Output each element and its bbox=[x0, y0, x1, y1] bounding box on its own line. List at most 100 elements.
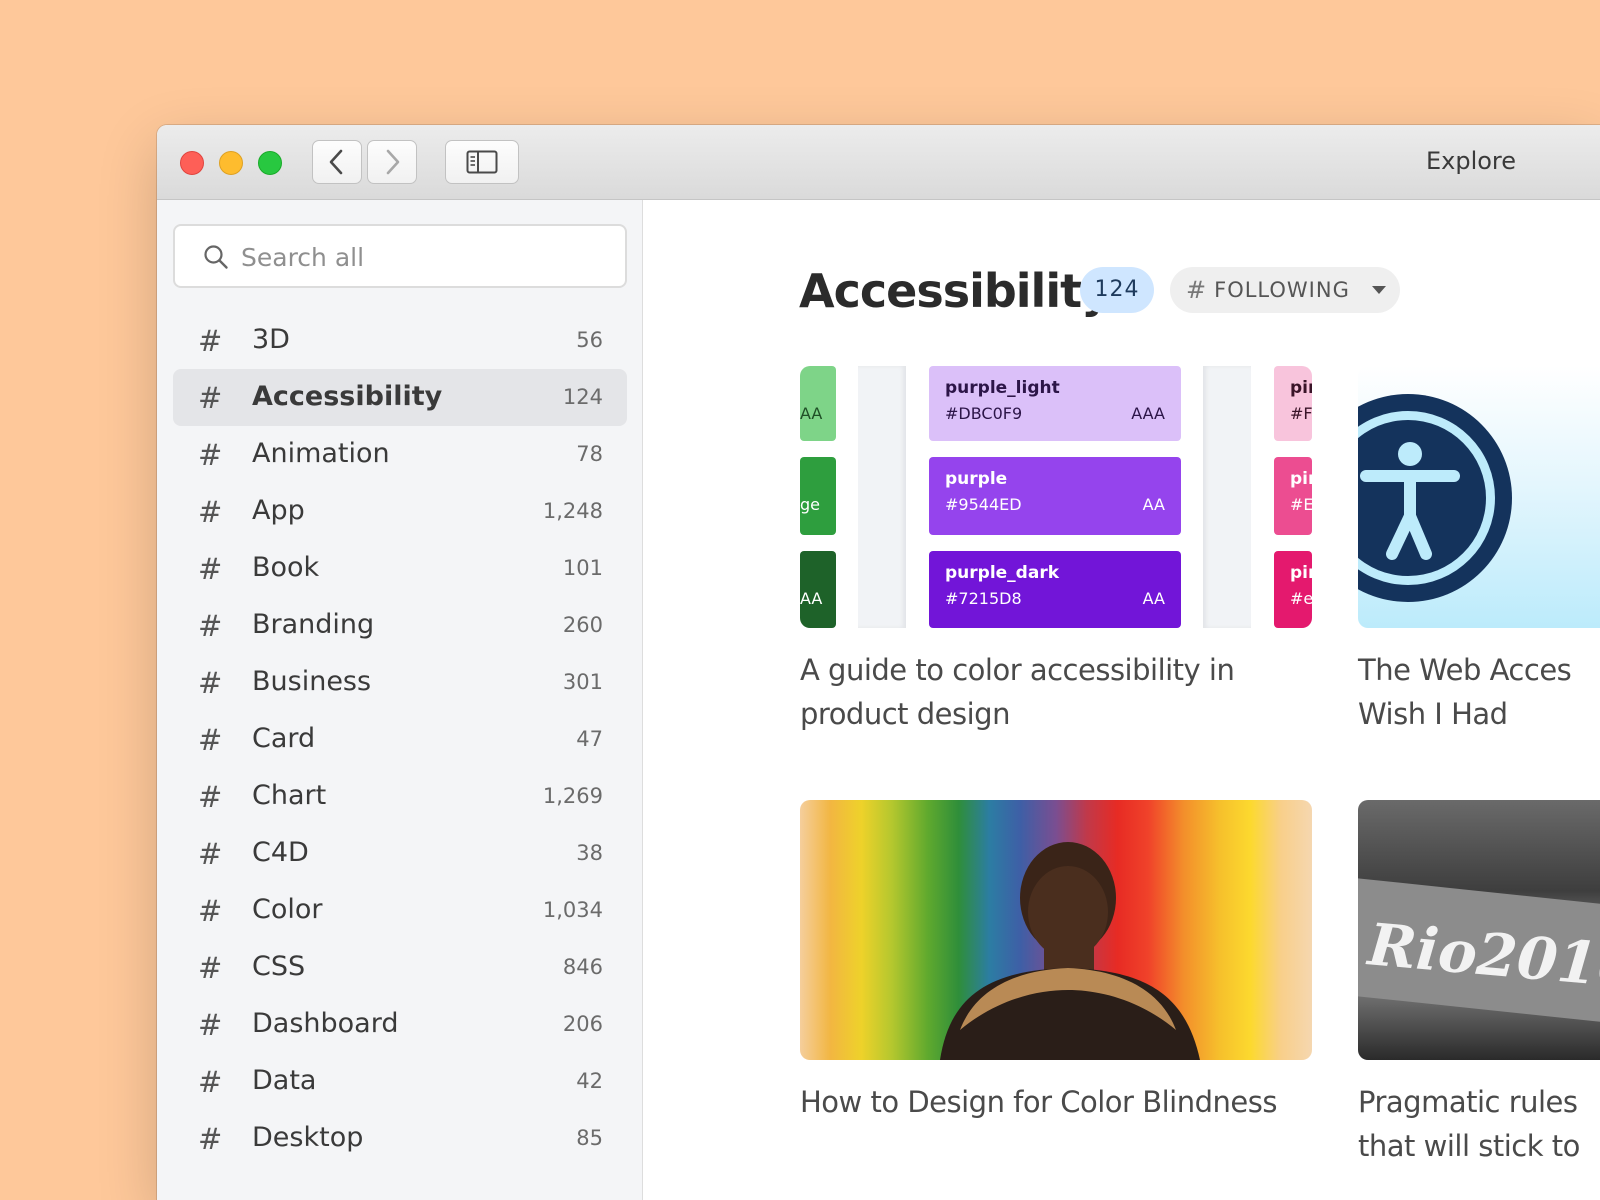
sidebar-item-chart[interactable]: # Chart 1,269 bbox=[173, 768, 627, 825]
sidebar-item-card[interactable]: # Card 47 bbox=[173, 711, 627, 768]
swatch-rating: AA bbox=[1142, 589, 1165, 608]
hashtag-icon: # bbox=[198, 438, 223, 472]
sidebar-item-color[interactable]: # Color 1,034 bbox=[173, 882, 627, 939]
sidebar-item-count: 206 bbox=[562, 1012, 603, 1036]
rainbow-photo-thumbnail bbox=[800, 800, 1312, 1060]
swatch-hex: #DBC0F9 bbox=[945, 404, 1023, 423]
person-silhouette bbox=[940, 842, 1200, 1060]
search-icon bbox=[204, 245, 228, 269]
swatch-hex: #7215D8 bbox=[945, 589, 1022, 608]
hashtag-icon: # bbox=[198, 894, 223, 928]
sidebar-item-count: 1,034 bbox=[542, 898, 603, 922]
sidebar-item-label: Animation bbox=[252, 438, 390, 469]
sidebar-item-count: 85 bbox=[576, 1126, 603, 1150]
hashtag-icon: # bbox=[198, 609, 223, 643]
sidebar-item-label: CSS bbox=[252, 951, 306, 982]
swatch-purple-light: purple_light #DBC0F9 AAA bbox=[929, 366, 1181, 441]
sidebar-item-business[interactable]: # Business 301 bbox=[173, 654, 627, 711]
swatch-partial-right-2: pir #E bbox=[1274, 457, 1312, 535]
sidebar-item-app[interactable]: # App 1,248 bbox=[173, 483, 627, 540]
article-title: The Web Acces Wish I Had bbox=[1358, 653, 1572, 731]
swatch-partial-left-1: AA bbox=[800, 366, 836, 441]
sidebar-item-count: 38 bbox=[576, 841, 603, 865]
search-box[interactable] bbox=[173, 224, 627, 288]
search-input[interactable] bbox=[239, 236, 603, 278]
hashtag-icon: # bbox=[198, 324, 223, 358]
sidebar-item-dashboard[interactable]: # Dashboard 206 bbox=[173, 996, 627, 1053]
hashtag-icon: # bbox=[198, 495, 223, 529]
swatch-name: purple bbox=[945, 469, 1008, 489]
sidebar-item-desktop[interactable]: # Desktop 85 bbox=[173, 1110, 627, 1167]
hashtag-icon: # bbox=[198, 837, 223, 871]
hashtag-icon: # bbox=[198, 723, 223, 757]
sidebar-item-branding[interactable]: # Branding 260 bbox=[173, 597, 627, 654]
swatch-partial-right-1: pir #F/ bbox=[1274, 366, 1312, 441]
sidebar-toggle-icon bbox=[466, 150, 498, 174]
window-title: Explore bbox=[1425, 147, 1517, 175]
sidebar-item-3d[interactable]: #3D 56 bbox=[173, 312, 627, 369]
close-window-button[interactable] bbox=[180, 151, 204, 175]
sidebar-item-count: 301 bbox=[562, 670, 603, 694]
article-card[interactable]: AA ge AA purple_light #DBC0F9 AAA purple… bbox=[800, 366, 1312, 731]
minimize-window-button[interactable] bbox=[219, 151, 243, 175]
swatch-partial-left-3: AA bbox=[800, 551, 836, 628]
panel-divider bbox=[1203, 366, 1251, 628]
zoom-window-button[interactable] bbox=[258, 151, 282, 175]
title-bar: Explore bbox=[157, 125, 1600, 200]
swatch-partial-left-2: ge bbox=[800, 457, 836, 535]
sidebar-item-label: Dashboard bbox=[252, 1008, 399, 1039]
sidebar-item-label: Book bbox=[252, 552, 320, 583]
sidebar-item-label: Card bbox=[252, 723, 316, 754]
panel-divider bbox=[858, 366, 906, 628]
article-card[interactable]: Rio2016 Pragmatic rules that will stick … bbox=[1358, 800, 1600, 1163]
hashtag-icon: # bbox=[198, 666, 223, 700]
sidebar-item-book[interactable]: # Book 101 bbox=[173, 540, 627, 597]
swatch-name: pir bbox=[1290, 469, 1312, 489]
hashtag-icon: # bbox=[198, 381, 223, 415]
sidebar-item-count: 101 bbox=[562, 556, 603, 580]
article-title: Pragmatic rules that will stick to bbox=[1358, 1085, 1580, 1163]
sidebar-item-label: 3D bbox=[252, 324, 290, 355]
tag-count-badge: 124 bbox=[1080, 267, 1154, 313]
sidebar-item-data[interactable]: # Data 42 bbox=[173, 1053, 627, 1110]
sidebar-item-count: 846 bbox=[562, 955, 603, 979]
swatch-hex: #9544ED bbox=[945, 495, 1022, 514]
toggle-sidebar-button[interactable] bbox=[445, 140, 519, 184]
sidebar-item-css[interactable]: # CSS 846 bbox=[173, 939, 627, 996]
sidebar-item-count: 124 bbox=[562, 385, 603, 409]
hashtag-icon: # bbox=[198, 1065, 223, 1099]
following-label: FOLLOWING bbox=[1214, 278, 1350, 302]
sidebar-item-c4d[interactable]: # C4D 38 bbox=[173, 825, 627, 882]
chevron-left-icon bbox=[329, 149, 343, 175]
back-button[interactable] bbox=[312, 140, 362, 184]
chevron-right-icon bbox=[386, 149, 400, 175]
accessibility-logo-thumbnail bbox=[1358, 366, 1600, 628]
tag-list: #3D 56 # Accessibility 124 # Animation 78 # App 1,… bbox=[173, 312, 627, 1167]
sidebar-item-label: Accessibility bbox=[252, 381, 443, 412]
sidebar-item-label: Branding bbox=[252, 609, 375, 640]
sidebar-item-animation[interactable]: # Animation 78 bbox=[173, 426, 627, 483]
following-dropdown[interactable]: # FOLLOWING bbox=[1170, 267, 1400, 313]
article-card[interactable]: The Web Acces Wish I Had bbox=[1358, 366, 1600, 731]
swatch-purple: purple #9544ED AA bbox=[929, 457, 1181, 535]
grayscale-photo-thumbnail: Rio2016 bbox=[1358, 800, 1600, 1060]
article-card[interactable]: How to Design for Color Blindness bbox=[800, 800, 1312, 1119]
sidebar-item-count: 56 bbox=[576, 328, 603, 352]
sidebar-item-label: App bbox=[252, 495, 305, 526]
sidebar-item-label: Desktop bbox=[252, 1122, 364, 1153]
swatch-rating: AA bbox=[1142, 495, 1165, 514]
swatch-partial-right-3: pir #e bbox=[1274, 551, 1312, 628]
article-title: A guide to color accessibility in produc… bbox=[800, 653, 1235, 731]
swatch-rating: AA bbox=[800, 589, 823, 608]
swatch-name: purple_light bbox=[945, 378, 1060, 398]
swatch-rating: AA bbox=[800, 404, 823, 423]
swatch-name: pir bbox=[1290, 563, 1312, 583]
sidebar-item-label: C4D bbox=[252, 837, 309, 868]
sidebar-item-label: Chart bbox=[252, 780, 327, 811]
forward-button[interactable] bbox=[367, 140, 417, 184]
sidebar-item-accessibility[interactable]: # Accessibility 124 bbox=[173, 369, 627, 426]
hashtag-icon: # bbox=[198, 951, 223, 985]
page-title: Accessibility bbox=[799, 264, 1111, 318]
sidebar-item-label: Data bbox=[252, 1065, 317, 1096]
sidebar-item-count: 42 bbox=[576, 1069, 603, 1093]
